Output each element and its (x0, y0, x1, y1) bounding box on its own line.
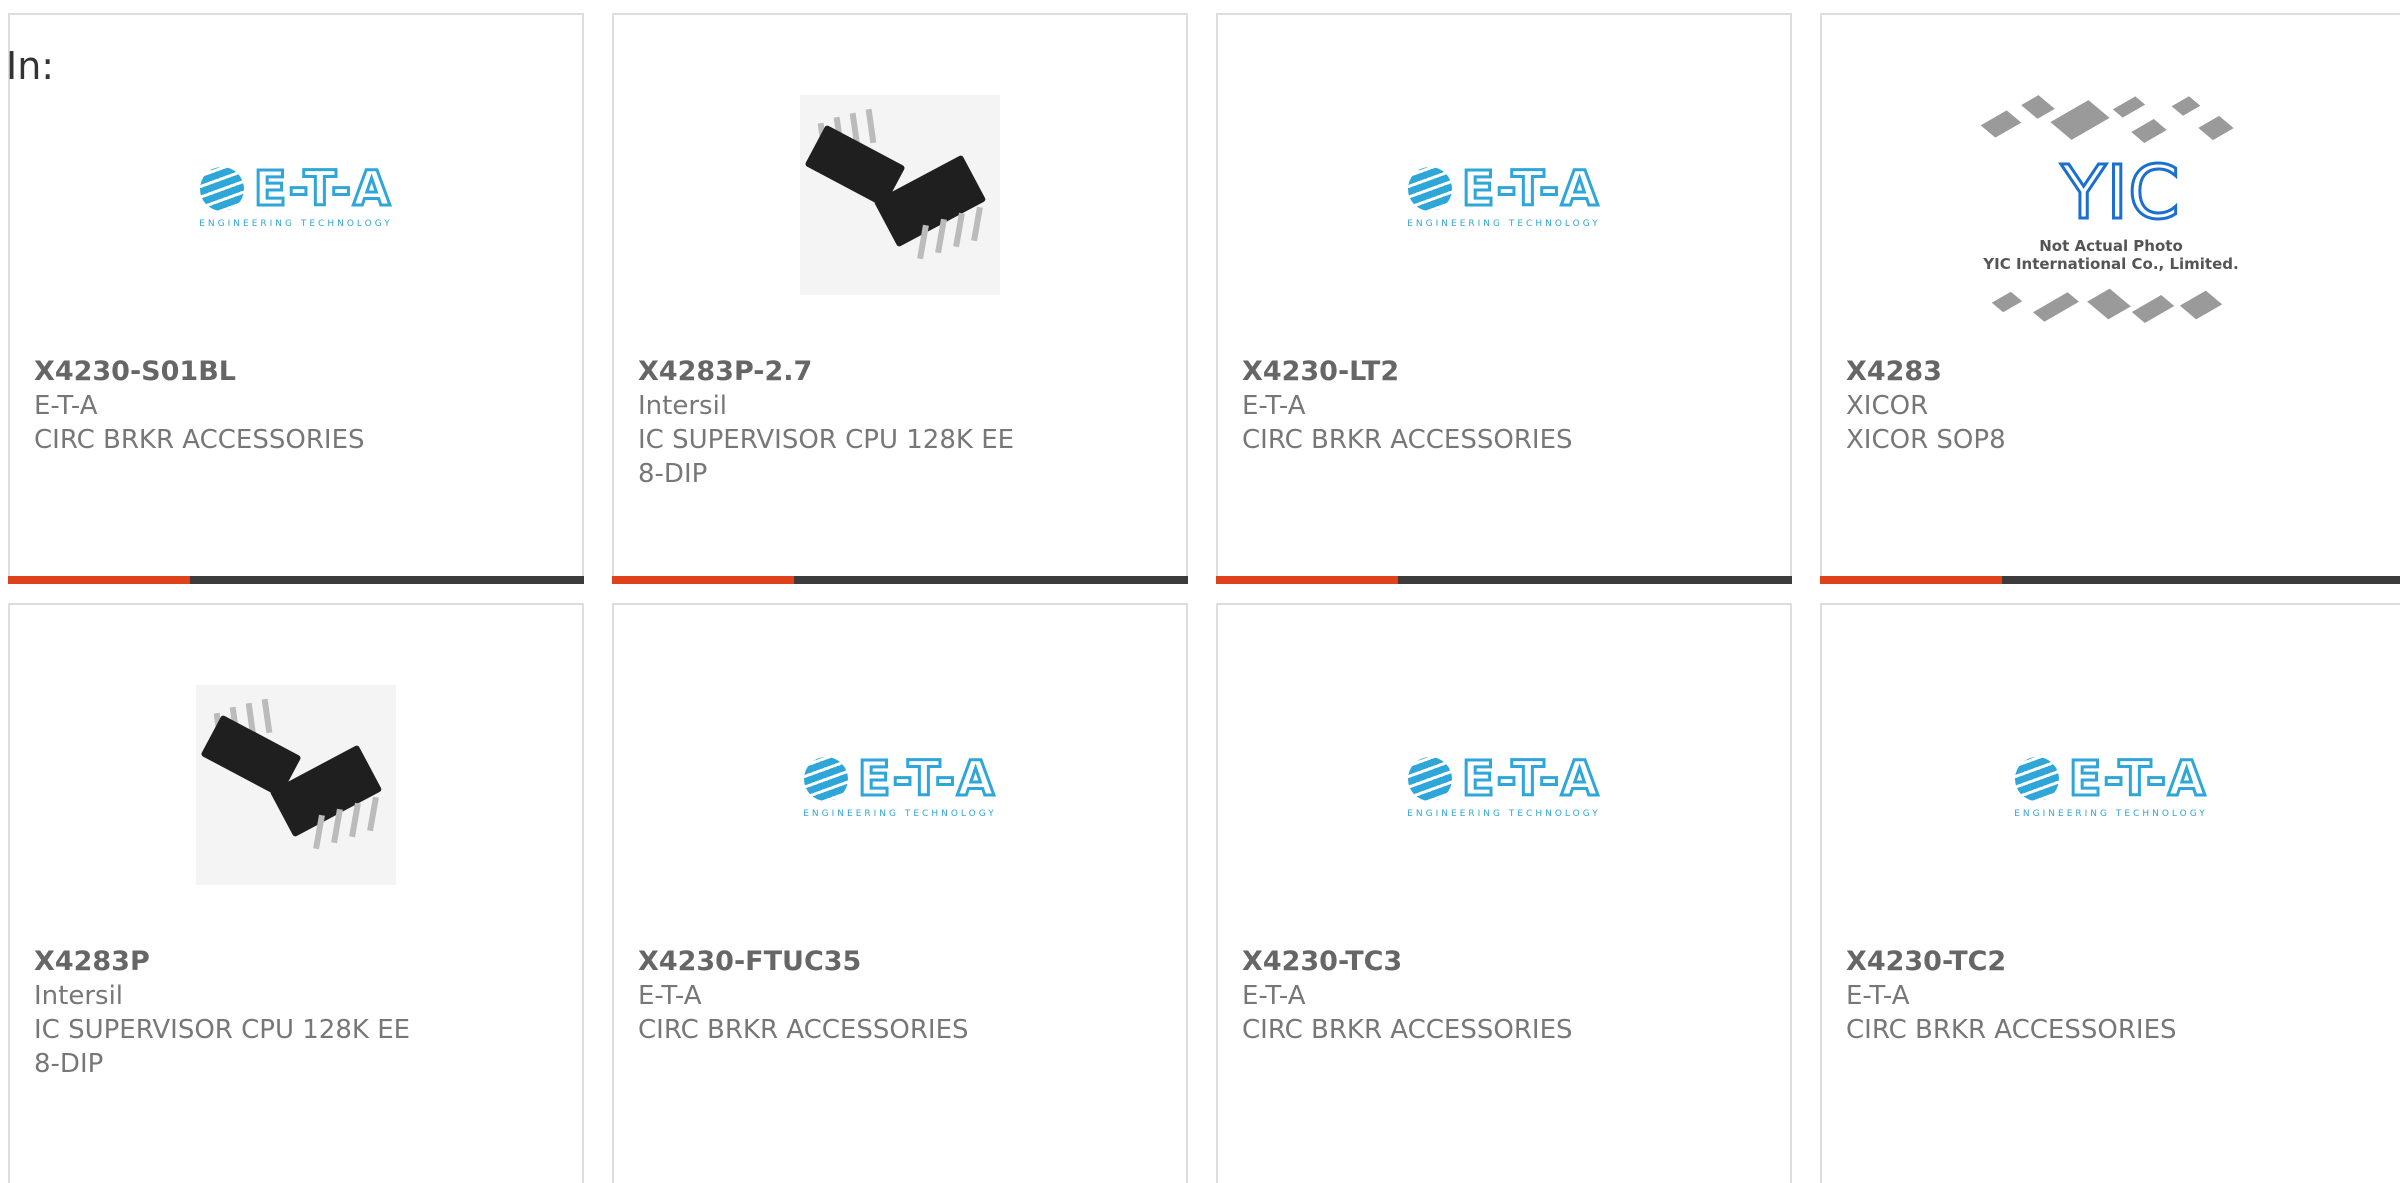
card-bar-accent (612, 576, 794, 584)
part-number-link[interactable]: X4230-S01BL (34, 355, 474, 389)
part-number-link[interactable]: X4230-FTUC35 (638, 945, 1078, 979)
card-bar (8, 576, 584, 584)
eta-logo: E-T-A ENGINEERING TECHNOLOGY (199, 160, 393, 230)
globe-icon (199, 167, 244, 211)
product-card[interactable]: E-T-A ENGINEERING TECHNOLOGY X4230-TC2 E… (1820, 603, 2400, 1183)
card-bar-accent (8, 576, 190, 584)
product-image[interactable] (171, 675, 421, 895)
product-image[interactable]: E-T-A ENGINEERING TECHNOLOGY (1379, 675, 1629, 895)
product-image[interactable] (775, 85, 1025, 305)
manufacturer: E-T-A (1242, 391, 1306, 421)
eta-logo: E-T-A ENGINEERING TECHNOLOGY (1407, 750, 1601, 820)
product-info: X4230-TC3 E-T-A CIRC BRKR ACCESSORIES (1242, 945, 1682, 1047)
description: CIRC BRKR ACCESSORIES (638, 1015, 969, 1045)
manufacturer: Intersil (638, 391, 728, 421)
description: IC SUPERVISOR CPU 128K EE 8-DIP (638, 425, 1015, 489)
globe-icon (1407, 167, 1452, 211)
product-image[interactable]: E-T-A ENGINEERING TECHNOLOGY (1986, 675, 2236, 895)
description: CIRC BRKR ACCESSORIES (1242, 1015, 1573, 1045)
product-info: X4283P-2.7 Intersil IC SUPERVISOR CPU 12… (638, 355, 1078, 491)
manufacturer: E-T-A (1846, 981, 1910, 1011)
globe-icon (1407, 757, 1452, 801)
product-image[interactable]: YIC Not Actual Photo YIC International C… (1976, 95, 2246, 335)
card-bar (1216, 576, 1792, 584)
card-bar (1820, 576, 2400, 584)
description: CIRC BRKR ACCESSORIES (1242, 425, 1573, 455)
part-number-link[interactable]: X4230-LT2 (1242, 355, 1682, 389)
product-image[interactable]: E-T-A ENGINEERING TECHNOLOGY (775, 675, 1025, 895)
product-card[interactable]: E-T-A ENGINEERING TECHNOLOGY X4230-LT2 E… (1216, 13, 1792, 584)
eta-logo: E-T-A ENGINEERING TECHNOLOGY (803, 750, 997, 820)
globe-icon (2014, 757, 2059, 801)
dip-chip-photo (196, 685, 396, 885)
product-info: X4230-FTUC35 E-T-A CIRC BRKR ACCESSORIES (638, 945, 1078, 1047)
product-info: X4230-S01BL E-T-A CIRC BRKR ACCESSORIES (34, 355, 474, 457)
product-card[interactable]: E-T-A ENGINEERING TECHNOLOGY X4230-FTUC3… (612, 603, 1188, 1183)
part-number-link[interactable]: X4230-TC3 (1242, 945, 1682, 979)
part-number-link[interactable]: X4230-TC2 (1846, 945, 2286, 979)
in-label: In: (6, 44, 55, 88)
product-info: X4283 XICOR XICOR SOP8 (1846, 355, 2286, 457)
manufacturer: E-T-A (638, 981, 702, 1011)
eta-logo: E-T-A ENGINEERING TECHNOLOGY (2014, 750, 2208, 820)
manufacturer: Intersil (34, 981, 124, 1011)
manufacturer: XICOR (1846, 391, 1929, 421)
part-number-link[interactable]: X4283P (34, 945, 474, 979)
part-number-link[interactable]: X4283P-2.7 (638, 355, 1078, 389)
globe-icon (803, 757, 848, 801)
product-card[interactable]: YIC Not Actual Photo YIC International C… (1820, 13, 2400, 584)
description: CIRC BRKR ACCESSORIES (34, 425, 365, 455)
description: CIRC BRKR ACCESSORIES (1846, 1015, 2177, 1045)
product-info: X4230-LT2 E-T-A CIRC BRKR ACCESSORIES (1242, 355, 1682, 457)
product-info: X4230-TC2 E-T-A CIRC BRKR ACCESSORIES (1846, 945, 2286, 1047)
card-bar-accent (1820, 576, 2002, 584)
product-card[interactable]: X4283P Intersil IC SUPERVISOR CPU 128K E… (8, 603, 584, 1183)
description: XICOR SOP8 (1846, 425, 2006, 455)
dip-chip-photo (800, 95, 1000, 295)
manufacturer: E-T-A (34, 391, 98, 421)
yic-placeholder: YIC Not Actual Photo YIC International C… (1976, 95, 2246, 335)
description: IC SUPERVISOR CPU 128K EE 8-DIP (34, 1015, 411, 1079)
product-image[interactable]: E-T-A ENGINEERING TECHNOLOGY (171, 85, 421, 305)
eta-logo: E-T-A ENGINEERING TECHNOLOGY (1407, 160, 1601, 230)
card-bar (612, 576, 1188, 584)
part-number-link[interactable]: X4283 (1846, 355, 2286, 389)
product-card[interactable]: E-T-A ENGINEERING TECHNOLOGY X4230-TC3 E… (1216, 603, 1792, 1183)
product-card[interactable]: X4283P-2.7 Intersil IC SUPERVISOR CPU 12… (612, 13, 1188, 584)
manufacturer: E-T-A (1242, 981, 1306, 1011)
product-card[interactable]: E-T-A ENGINEERING TECHNOLOGY X4230-S01BL… (8, 13, 584, 584)
product-info: X4283P Intersil IC SUPERVISOR CPU 128K E… (34, 945, 474, 1081)
product-image[interactable]: E-T-A ENGINEERING TECHNOLOGY (1379, 85, 1629, 305)
card-bar-accent (1216, 576, 1398, 584)
product-grid: E-T-A ENGINEERING TECHNOLOGY X4230-S01BL… (0, 0, 2400, 1183)
